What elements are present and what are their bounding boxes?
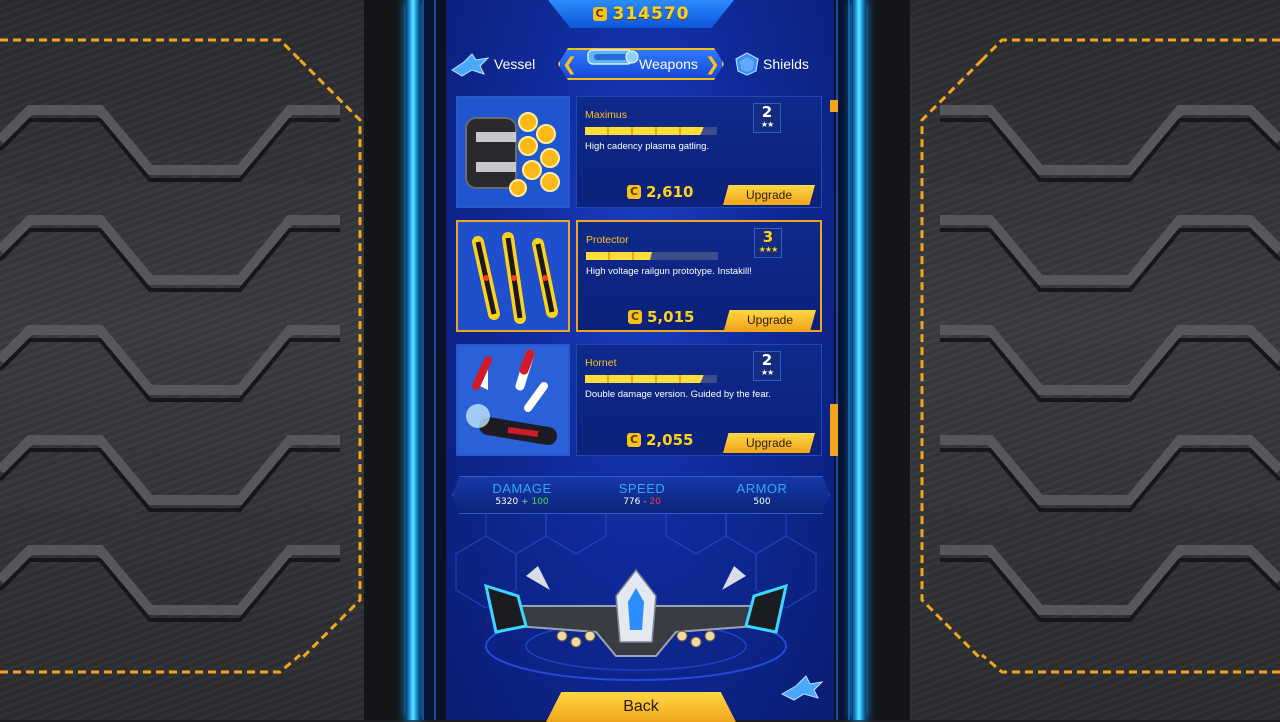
missile-icon	[458, 346, 568, 454]
weapon-price: C 5,015	[628, 308, 694, 326]
left-inner-edge	[422, 0, 436, 720]
weapon-price: C 2,610	[627, 183, 693, 201]
tab-vessel[interactable]: Vessel	[450, 48, 535, 80]
weapon-price: C 2,055	[627, 431, 693, 449]
right-door-decor	[862, 0, 1280, 720]
tab-weapons[interactable]: ❮ ❯ Weapons	[558, 48, 724, 80]
weapon-power-fill	[585, 375, 704, 383]
stat-armor-label: ARMOR	[736, 481, 788, 496]
weapon-card-protector[interactable]: Protector High voltage railgun prototype…	[456, 220, 822, 332]
left-door-panel	[0, 0, 410, 720]
weapon-name: Protector	[586, 234, 629, 246]
coin-icon: C	[628, 310, 642, 324]
stat-speed-separator: -	[640, 497, 650, 507]
tab-weapons-label: Weapons	[639, 56, 698, 72]
currency-amount: 314570	[612, 4, 690, 24]
ship-stats-bar: DAMAGE 5320 + 100 SPEED 776 - 20 ARMOR 5…	[452, 476, 830, 514]
chevron-left-icon: ❮	[562, 54, 578, 75]
stat-speed-label: SPEED	[618, 481, 666, 496]
weapon-level: 3	[762, 228, 774, 246]
weapon-power-bar	[586, 252, 718, 260]
weapon-description: Double damage version. Guided by the fea…	[585, 389, 771, 400]
left-door-decor	[0, 0, 410, 720]
weapon-description: High cadency plasma gatling.	[585, 141, 710, 152]
weapon-level-badge: 3 ★★★	[754, 228, 782, 258]
right-door-panel	[862, 0, 1280, 720]
ship-preview	[483, 566, 789, 681]
stat-damage-value: 5320	[495, 497, 519, 507]
weapon-power-bar	[585, 375, 717, 383]
vessel-icon	[451, 53, 490, 77]
back-button[interactable]: Back	[546, 692, 736, 722]
weapon-power-fill	[586, 252, 652, 260]
stat-damage-value-line: 5320 + 100	[467, 497, 577, 507]
tab-vessel-label: Vessel	[494, 56, 536, 72]
weapon-level-badge: 2 ★★	[753, 103, 781, 133]
weapon-level: 2	[761, 351, 773, 369]
stat-speed-value-line: 776 - 20	[587, 497, 697, 507]
weapon-power-bar	[585, 127, 717, 135]
coin-icon: C	[627, 185, 641, 199]
chevron-right-icon: ❯	[704, 54, 720, 75]
weapon-info-panel: Protector High voltage railgun prototype…	[576, 220, 822, 332]
right-neon-rail	[852, 0, 866, 720]
weapon-name: Hornet	[585, 357, 617, 369]
weapon-image	[456, 220, 570, 332]
weapon-level: 2	[761, 103, 773, 121]
weapon-card-maximus[interactable]: Maximus High cadency plasma gatling. 2 ★…	[456, 96, 822, 208]
upgrade-button[interactable]: Upgrade	[723, 185, 815, 205]
stat-damage-delta: 100	[531, 497, 549, 507]
tab-shields-label: Shields	[763, 56, 809, 72]
weapon-description: High voltage railgun prototype. Instakil…	[586, 266, 752, 277]
weapon-image	[456, 96, 570, 208]
weapon-price-value: 2,610	[646, 183, 694, 201]
stat-armor: ARMOR 500	[707, 481, 817, 507]
right-inner-edge	[836, 0, 850, 720]
weapon-price-value: 2,055	[646, 431, 694, 449]
shields-icon	[735, 52, 759, 76]
stat-armor-value: 500	[753, 497, 771, 507]
tab-shields[interactable]: Shields	[734, 48, 809, 80]
stat-damage-label: DAMAGE	[492, 481, 552, 496]
upgrade-button[interactable]: Upgrade	[723, 433, 815, 453]
stat-speed-delta: 20	[649, 497, 661, 507]
left-neon-rail	[406, 0, 420, 720]
weapon-image	[456, 344, 570, 456]
weapon-level-badge: 2 ★★	[753, 351, 781, 381]
stat-speed: SPEED 776 - 20	[587, 481, 697, 507]
weapon-info-panel: Hornet Double damage version. Guided by …	[576, 344, 822, 456]
weapons-icon	[587, 49, 639, 65]
scroll-indicator[interactable]	[830, 404, 838, 456]
weapon-price-value: 5,015	[647, 308, 695, 326]
stat-damage-separator: +	[518, 497, 532, 507]
gatling-gun-icon	[458, 98, 568, 206]
star-icons: ★★★	[758, 245, 778, 254]
stat-speed-value: 776	[623, 497, 641, 507]
weapon-card-hornet[interactable]: Hornet Double damage version. Guided by …	[456, 344, 822, 456]
railgun-icon	[458, 222, 568, 330]
weapon-power-fill	[585, 127, 704, 135]
star-icons: ★★	[760, 368, 774, 377]
weapon-info-panel: Maximus High cadency plasma gatling. 2 ★…	[576, 96, 822, 208]
stat-damage: DAMAGE 5320 + 100	[467, 481, 577, 507]
star-icons: ★★	[760, 120, 774, 129]
corner-ship-icon	[780, 675, 824, 701]
currency-display: C 314570	[548, 0, 734, 28]
coin-icon: C	[627, 433, 641, 447]
coin-icon: C	[592, 7, 607, 21]
upgrade-button[interactable]: Upgrade	[724, 310, 816, 330]
scroll-indicator-top	[830, 100, 838, 112]
weapon-name: Maximus	[585, 109, 628, 121]
